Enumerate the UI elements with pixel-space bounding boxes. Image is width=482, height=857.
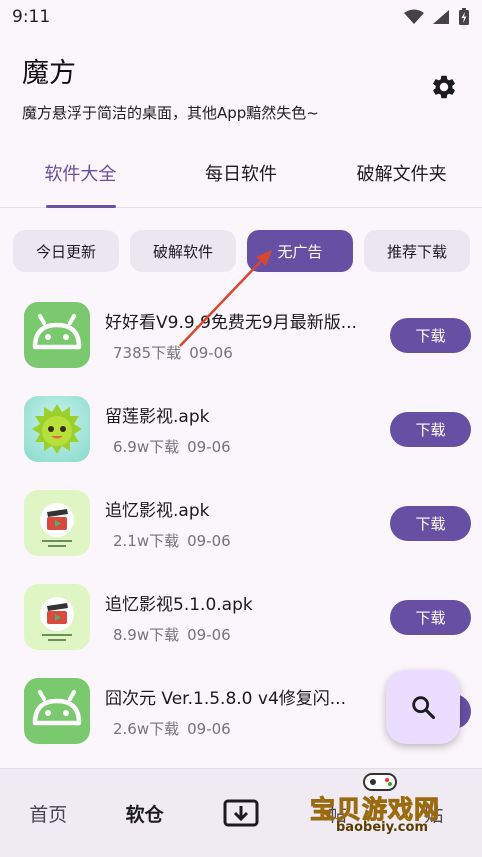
- chip-no-ads[interactable]: 无广告: [247, 230, 353, 272]
- download-button[interactable]: 下载: [390, 506, 471, 541]
- android-icon: [24, 302, 90, 368]
- download-button[interactable]: 下载: [390, 600, 471, 635]
- app-name: 追忆影视5.1.0.apk: [105, 595, 253, 615]
- category-tabs: 软件大全 每日软件 破解文件夹: [0, 150, 482, 208]
- download-count: 7385下载: [113, 344, 182, 362]
- chip-recommended[interactable]: 推荐下载: [364, 230, 470, 272]
- chip-today-updates[interactable]: 今日更新: [13, 230, 119, 272]
- update-date: 09-06: [187, 626, 231, 644]
- app-name: 好好看V9.9.9免费无9月最新版...: [105, 313, 357, 333]
- clapperboard-icon: [24, 584, 90, 650]
- battery-icon: [459, 8, 469, 25]
- durian-icon: [24, 396, 90, 462]
- app-meta: 7385下载 09-06: [113, 342, 233, 363]
- download-button[interactable]: 下载: [390, 412, 471, 447]
- app-header: 魔方 魔方悬浮于简洁的桌面，其他App黯然失色~: [22, 56, 319, 123]
- settings-button[interactable]: [428, 71, 460, 103]
- chip-cracked-software[interactable]: 破解软件: [130, 230, 236, 272]
- clapperboard-icon: [24, 490, 90, 556]
- search-fab[interactable]: [386, 670, 460, 744]
- gear-icon: [433, 75, 455, 99]
- update-date: 09-06: [187, 720, 231, 738]
- download-box-icon: [223, 799, 259, 827]
- page-subtitle: 魔方悬浮于简洁的桌面，其他App黯然失色~: [22, 104, 319, 122]
- app-meta: 2.1w下载 09-06: [113, 530, 231, 551]
- watermark: 宝贝游戏网 baobeiy.com: [300, 768, 470, 854]
- filter-chips: 今日更新 破解软件 无广告 推荐下载: [13, 230, 470, 272]
- search-icon: [412, 696, 436, 720]
- signal-icon: [433, 10, 449, 24]
- android-icon: [24, 678, 90, 744]
- nav-home[interactable]: 首页: [0, 769, 96, 857]
- status-bar: 9:11: [0, 0, 482, 34]
- app-meta: 2.6w下载 09-06: [113, 718, 231, 739]
- app-meta: 8.9w下载 09-06: [113, 624, 231, 645]
- tab-crack-folder[interactable]: 破解文件夹: [321, 150, 482, 207]
- download-count: 6.9w下载: [113, 438, 180, 456]
- list-item[interactable]: 追忆影视.apk 2.1w下载 09-06 下载: [0, 490, 482, 558]
- wifi-icon: [404, 9, 424, 24]
- nav-software-repo[interactable]: 软仓: [96, 769, 192, 857]
- update-date: 09-06: [189, 344, 233, 362]
- update-date: 09-06: [187, 438, 231, 456]
- download-count: 2.6w下载: [113, 720, 180, 738]
- status-icons: [404, 8, 470, 26]
- download-count: 8.9w下载: [113, 626, 180, 644]
- app-name: 留莲影视.apk: [105, 407, 210, 427]
- app-meta: 6.9w下载 09-06: [113, 436, 231, 457]
- update-date: 09-06: [187, 532, 231, 550]
- app-name: 追忆影视.apk: [105, 501, 210, 521]
- nav-download[interactable]: [193, 769, 289, 857]
- download-count: 2.1w下载: [113, 532, 180, 550]
- list-item[interactable]: 留莲影视.apk 6.9w下载 09-06 下载: [0, 396, 482, 464]
- tab-software-all[interactable]: 软件大全: [0, 150, 161, 207]
- page-title: 魔方: [22, 58, 76, 89]
- watermark-url: baobeiy.com: [336, 820, 428, 835]
- list-item[interactable]: 追忆影视5.1.0.apk 8.9w下载 09-06 下载: [0, 584, 482, 652]
- active-tab-indicator: [46, 205, 116, 208]
- list-item[interactable]: 好好看V9.9.9免费无9月最新版... 7385下载 09-06 下载: [0, 302, 482, 370]
- status-time: 9:11: [12, 7, 51, 27]
- app-name: 囧次元 Ver.1.5.8.0 v4修复闪...: [105, 689, 346, 709]
- download-button[interactable]: 下载: [390, 318, 471, 353]
- tab-daily-software[interactable]: 每日软件: [161, 150, 322, 207]
